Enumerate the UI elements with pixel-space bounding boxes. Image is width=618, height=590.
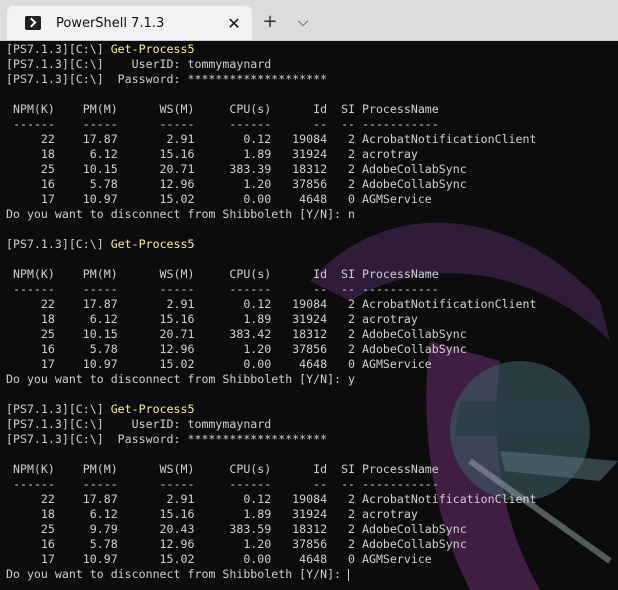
- terminal-line: [PS7.1.3][C:\] UserID: tommymaynard: [6, 57, 536, 72]
- terminal-line: 18 6.12 15.16 1.89 31924 2 acrotray: [6, 312, 536, 327]
- output-text: Do you want to disconnect from Shibbolet…: [6, 207, 356, 221]
- terminal-line: 22 17.87 2.91 0.12 19084 2 AcrobatNotifi…: [6, 132, 537, 147]
- terminal-line: 17 10.97 15.02 0.00 4648 0 AGMService: [6, 552, 536, 567]
- command-text: Get-Process5: [110, 237, 195, 251]
- prompt-text: [PS7.1.3][C:\]: [6, 42, 111, 56]
- terminal-line: Do you want to disconnect from Shibbolet…: [6, 372, 536, 387]
- output-text: ------ ----- ----- ------ -- -- --------…: [6, 477, 439, 491]
- output-text: 17 10.97 15.02 0.00 4648 0 AGMService: [6, 192, 432, 206]
- output-text: [PS7.1.3][C:\] UserID: tommymaynard: [6, 57, 272, 71]
- terminal-line: 16 5.78 12.96 1.20 37856 2 AdobeCollabSy…: [6, 537, 536, 552]
- output-text: 17 10.97 15.02 0.00 4648 0 AGMService: [6, 552, 432, 566]
- output-text: 17 10.97 15.02 0.00 4648 0 AGMService: [6, 357, 432, 371]
- output-text: [PS7.1.3][C:\] Password: ***************…: [6, 432, 328, 446]
- terminal-line: 25 10.15 20.71 383.42 18312 2 AdobeColla…: [6, 327, 536, 342]
- terminal-line: [PS7.1.3][C:\] Get-Process5: [6, 402, 536, 417]
- terminal-line: 25 9.79 20.43 383.59 18312 2 AdobeCollab…: [6, 522, 536, 537]
- prompt-text: [PS7.1.3][C:\]: [6, 402, 111, 416]
- output-text: 22 17.87 2.91 0.12 19084 2 AcrobatNotifi…: [6, 132, 537, 146]
- terminal-line: ------ ----- ----- ------ -- -- --------…: [6, 282, 536, 297]
- output-text: NPM(K) PM(M) WS(M) CPU(s) Id SI ProcessN…: [6, 102, 439, 116]
- prompt-text: [PS7.1.3][C:\]: [6, 237, 111, 251]
- output-text: [PS7.1.3][C:\] Password: ***************…: [6, 72, 328, 86]
- output-text: 25 9.79 20.43 383.59 18312 2 AdobeCollab…: [6, 522, 467, 536]
- output-text: NPM(K) PM(M) WS(M) CPU(s) Id SI ProcessN…: [6, 462, 439, 476]
- terminal-line: NPM(K) PM(M) WS(M) CPU(s) Id SI ProcessN…: [6, 102, 536, 117]
- terminal-line: [PS7.1.3][C:\] UserID: tommymaynard: [6, 417, 536, 432]
- terminal-line: [PS7.1.3][C:\] Password: ***************…: [6, 72, 536, 87]
- output-text: 16 5.78 12.96 1.20 37856 2 AdobeCollabSy…: [6, 177, 467, 191]
- text-cursor: [348, 568, 350, 581]
- terminal-line: 18 6.12 15.16 1.89 31924 2 acrotray: [6, 147, 536, 162]
- terminal-line: Do you want to disconnect from Shibbolet…: [6, 567, 536, 582]
- output-text: 18 6.12 15.16 1.89 31924 2 acrotray: [6, 312, 418, 326]
- output-text: 22 17.87 2.91 0.12 19084 2 AcrobatNotifi…: [6, 297, 537, 311]
- terminal-line: 16 5.78 12.96 1.20 37856 2 AdobeCollabSy…: [6, 342, 536, 357]
- terminal-line: ------ ----- ----- ------ -- -- --------…: [6, 477, 536, 492]
- output-text: [PS7.1.3][C:\] UserID: tommymaynard: [6, 417, 272, 431]
- output-text: Do you want to disconnect from Shibbolet…: [6, 567, 349, 581]
- powershell-icon: [25, 16, 41, 30]
- command-text: Get-Process5: [110, 42, 195, 56]
- command-text: Get-Process5: [110, 402, 195, 416]
- output-text: 25 10.15 20.71 383.42 18312 2 AdobeColla…: [6, 327, 467, 341]
- terminal-output: [PS7.1.3][C:\] Get-Process5 [PS7.1.3][C:\…: [6, 42, 536, 582]
- terminal-line: NPM(K) PM(M) WS(M) CPU(s) Id SI ProcessN…: [6, 462, 536, 477]
- chevron-down-icon[interactable]: ⌵: [290, 10, 316, 34]
- output-text: Do you want to disconnect from Shibbolet…: [6, 372, 356, 386]
- title-bar: PowerShell 7.1.3 ✕ + ⌵: [0, 0, 618, 41]
- output-text: 18 6.12 15.16 1.89 31924 2 acrotray: [6, 147, 418, 161]
- tab-title: PowerShell 7.1.3: [56, 15, 165, 31]
- terminal-line: [PS7.1.3][C:\] Get-Process5: [6, 237, 536, 252]
- terminal-line: 22 17.87 2.91 0.12 19084 2 AcrobatNotifi…: [6, 492, 537, 507]
- output-text: NPM(K) PM(M) WS(M) CPU(s) Id SI ProcessN…: [6, 267, 439, 281]
- output-text: 22 17.87 2.91 0.12 19084 2 AcrobatNotifi…: [6, 492, 537, 506]
- output-text: 18 6.12 15.16 1.89 31924 2 acrotray: [6, 507, 418, 521]
- terminal-pane[interactable]: [PS7.1.3][C:\] Get-Process5 [PS7.1.3][C:\…: [0, 41, 618, 590]
- tab-powershell[interactable]: PowerShell 7.1.3 ✕: [7, 6, 252, 40]
- new-tab-button[interactable]: +: [257, 10, 283, 34]
- terminal-line: 25 10.15 20.71 383.39 18312 2 AdobeColla…: [6, 162, 536, 177]
- output-text: 16 5.78 12.96 1.20 37856 2 AdobeCollabSy…: [6, 342, 467, 356]
- terminal-line: [PS7.1.3][C:\] Password: ***************…: [6, 432, 536, 447]
- close-icon[interactable]: ✕: [222, 14, 246, 33]
- terminal-line: Do you want to disconnect from Shibbolet…: [6, 207, 536, 222]
- terminal-line: ------ ----- ----- ------ -- -- --------…: [6, 117, 536, 132]
- terminal-line: [PS7.1.3][C:\] Get-Process5: [6, 42, 536, 57]
- terminal-line: 17 10.97 15.02 0.00 4648 0 AGMService: [6, 357, 536, 372]
- output-text: 16 5.78 12.96 1.20 37856 2 AdobeCollabSy…: [6, 537, 467, 551]
- output-text: 25 10.15 20.71 383.39 18312 2 AdobeColla…: [6, 162, 467, 176]
- output-text: ------ ----- ----- ------ -- -- --------…: [6, 117, 439, 131]
- terminal-line: 16 5.78 12.96 1.20 37856 2 AdobeCollabSy…: [6, 177, 536, 192]
- terminal-line: 22 17.87 2.91 0.12 19084 2 AcrobatNotifi…: [6, 297, 537, 312]
- terminal-line: 18 6.12 15.16 1.89 31924 2 acrotray: [6, 507, 536, 522]
- terminal-line: 17 10.97 15.02 0.00 4648 0 AGMService: [6, 192, 536, 207]
- output-text: ------ ----- ----- ------ -- -- --------…: [6, 282, 439, 296]
- terminal-line: NPM(K) PM(M) WS(M) CPU(s) Id SI ProcessN…: [6, 267, 536, 282]
